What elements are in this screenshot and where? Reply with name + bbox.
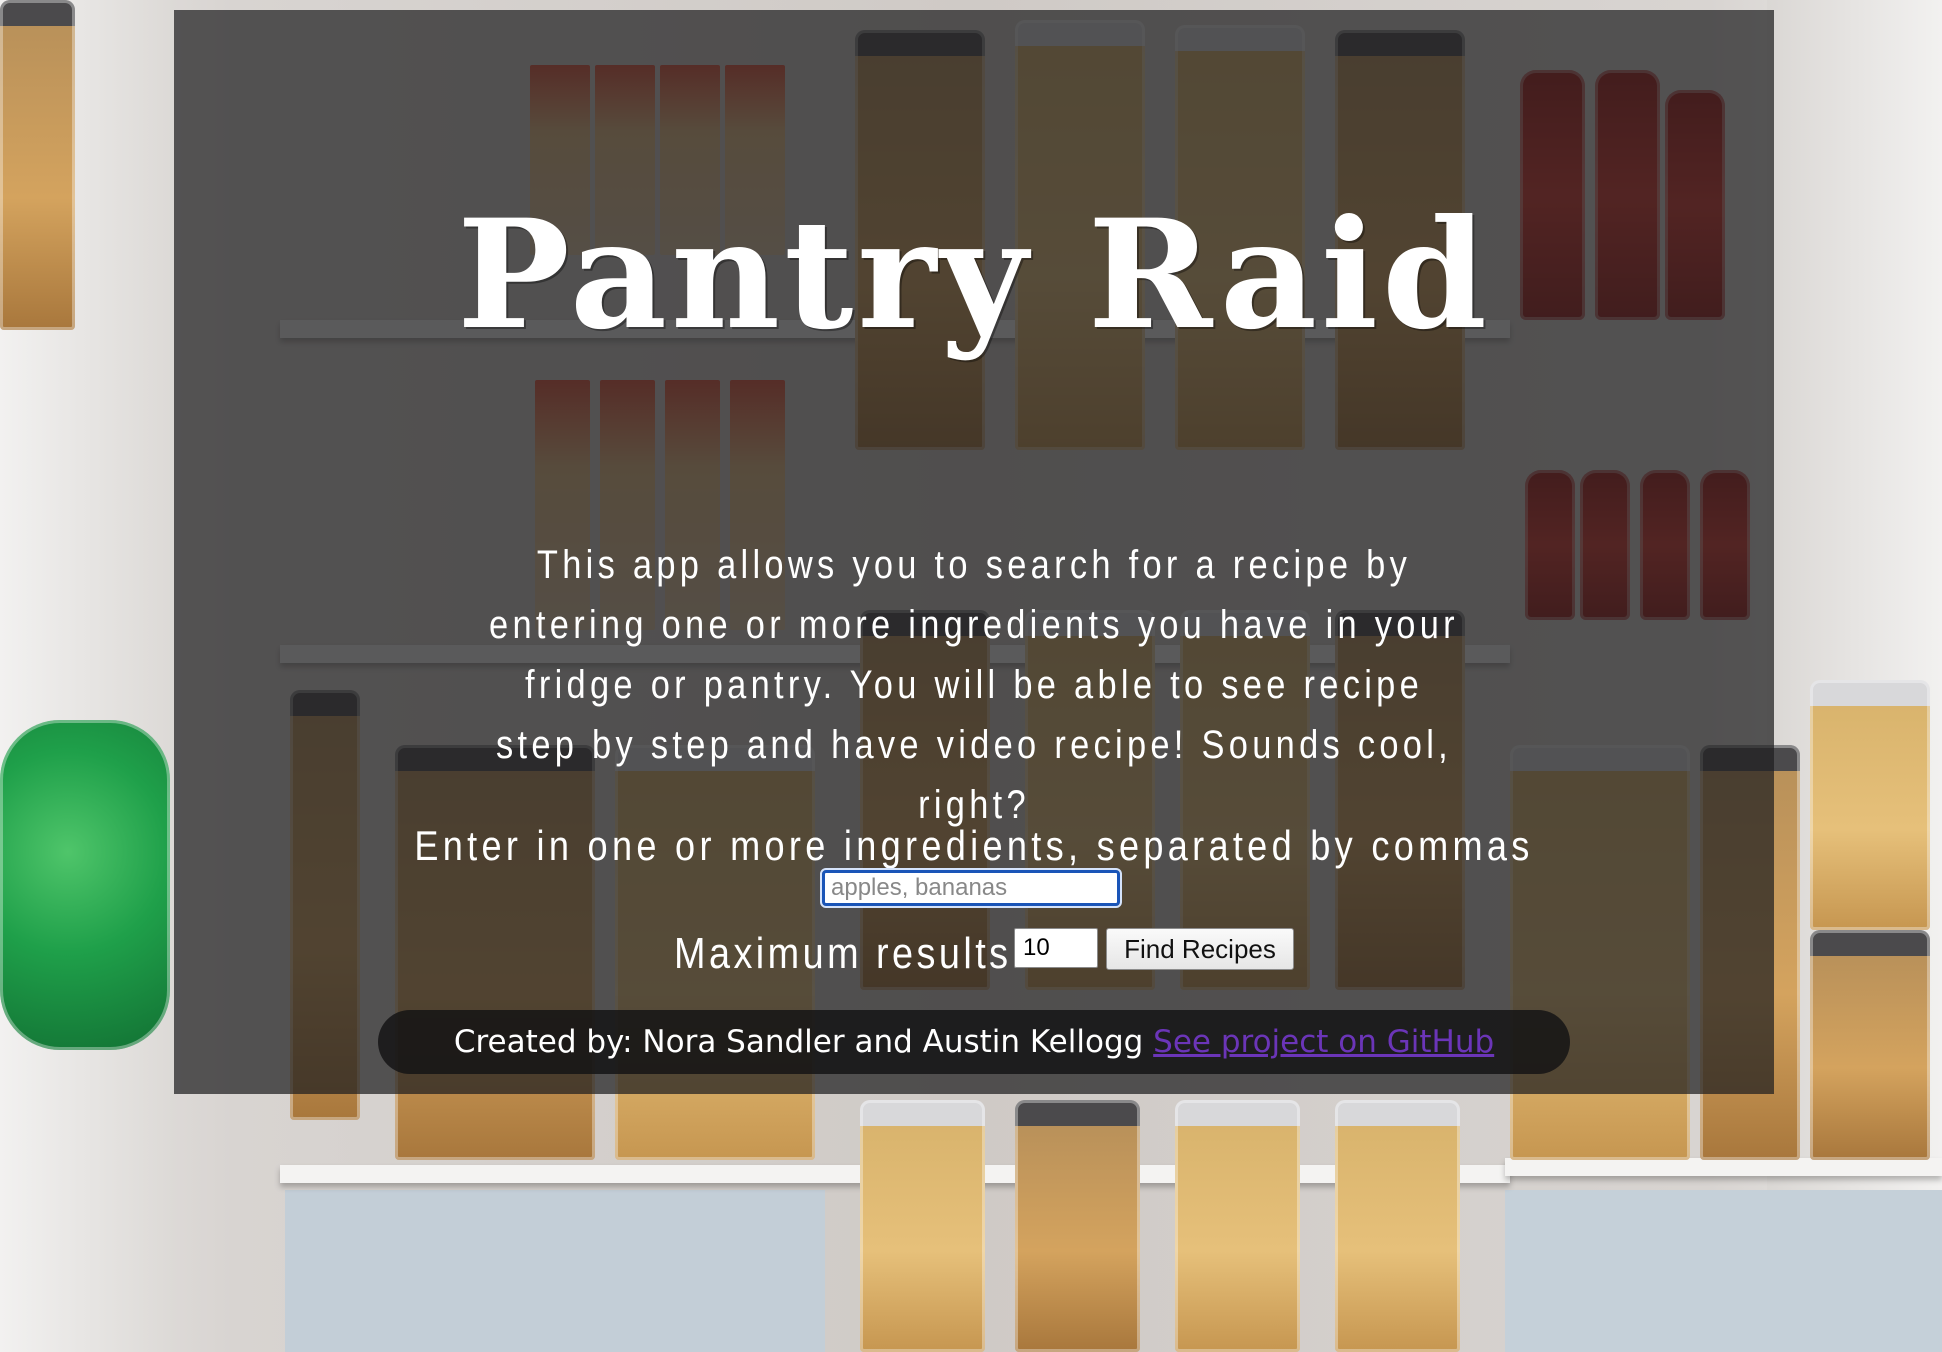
cereal-jar [1015,1100,1140,1352]
nut-container [1810,680,1930,930]
app-description: This app allows you to search for a reci… [489,543,1459,827]
snack-jar [0,0,75,330]
lower-cabinet-right [1505,1190,1942,1352]
max-results-input[interactable] [1014,928,1098,968]
credits-text: Created by: Nora Sandler and Austin Kell… [453,1024,1144,1060]
ingredients-input[interactable] [820,868,1122,908]
footer: Created by: Nora Sandler and Austin Kell… [378,1010,1570,1074]
lower-cabinet-left [285,1190,825,1352]
cereal-jar [1175,1100,1300,1352]
nut-container [1810,930,1930,1160]
github-link[interactable]: See project on GitHub [1153,1024,1494,1060]
cereal-jar [1335,1100,1460,1352]
ingredients-label: Enter in one or more ingredients, separa… [414,822,1534,869]
content-panel: Pantry Raid This app allows you to searc… [174,10,1774,1094]
pantry-shelf [1505,1158,1942,1176]
find-recipes-button[interactable]: Find Recipes [1106,928,1294,970]
app-title: Pantry Raid [457,187,1491,363]
cereal-jar [860,1100,985,1352]
candy-jar [0,720,170,1050]
